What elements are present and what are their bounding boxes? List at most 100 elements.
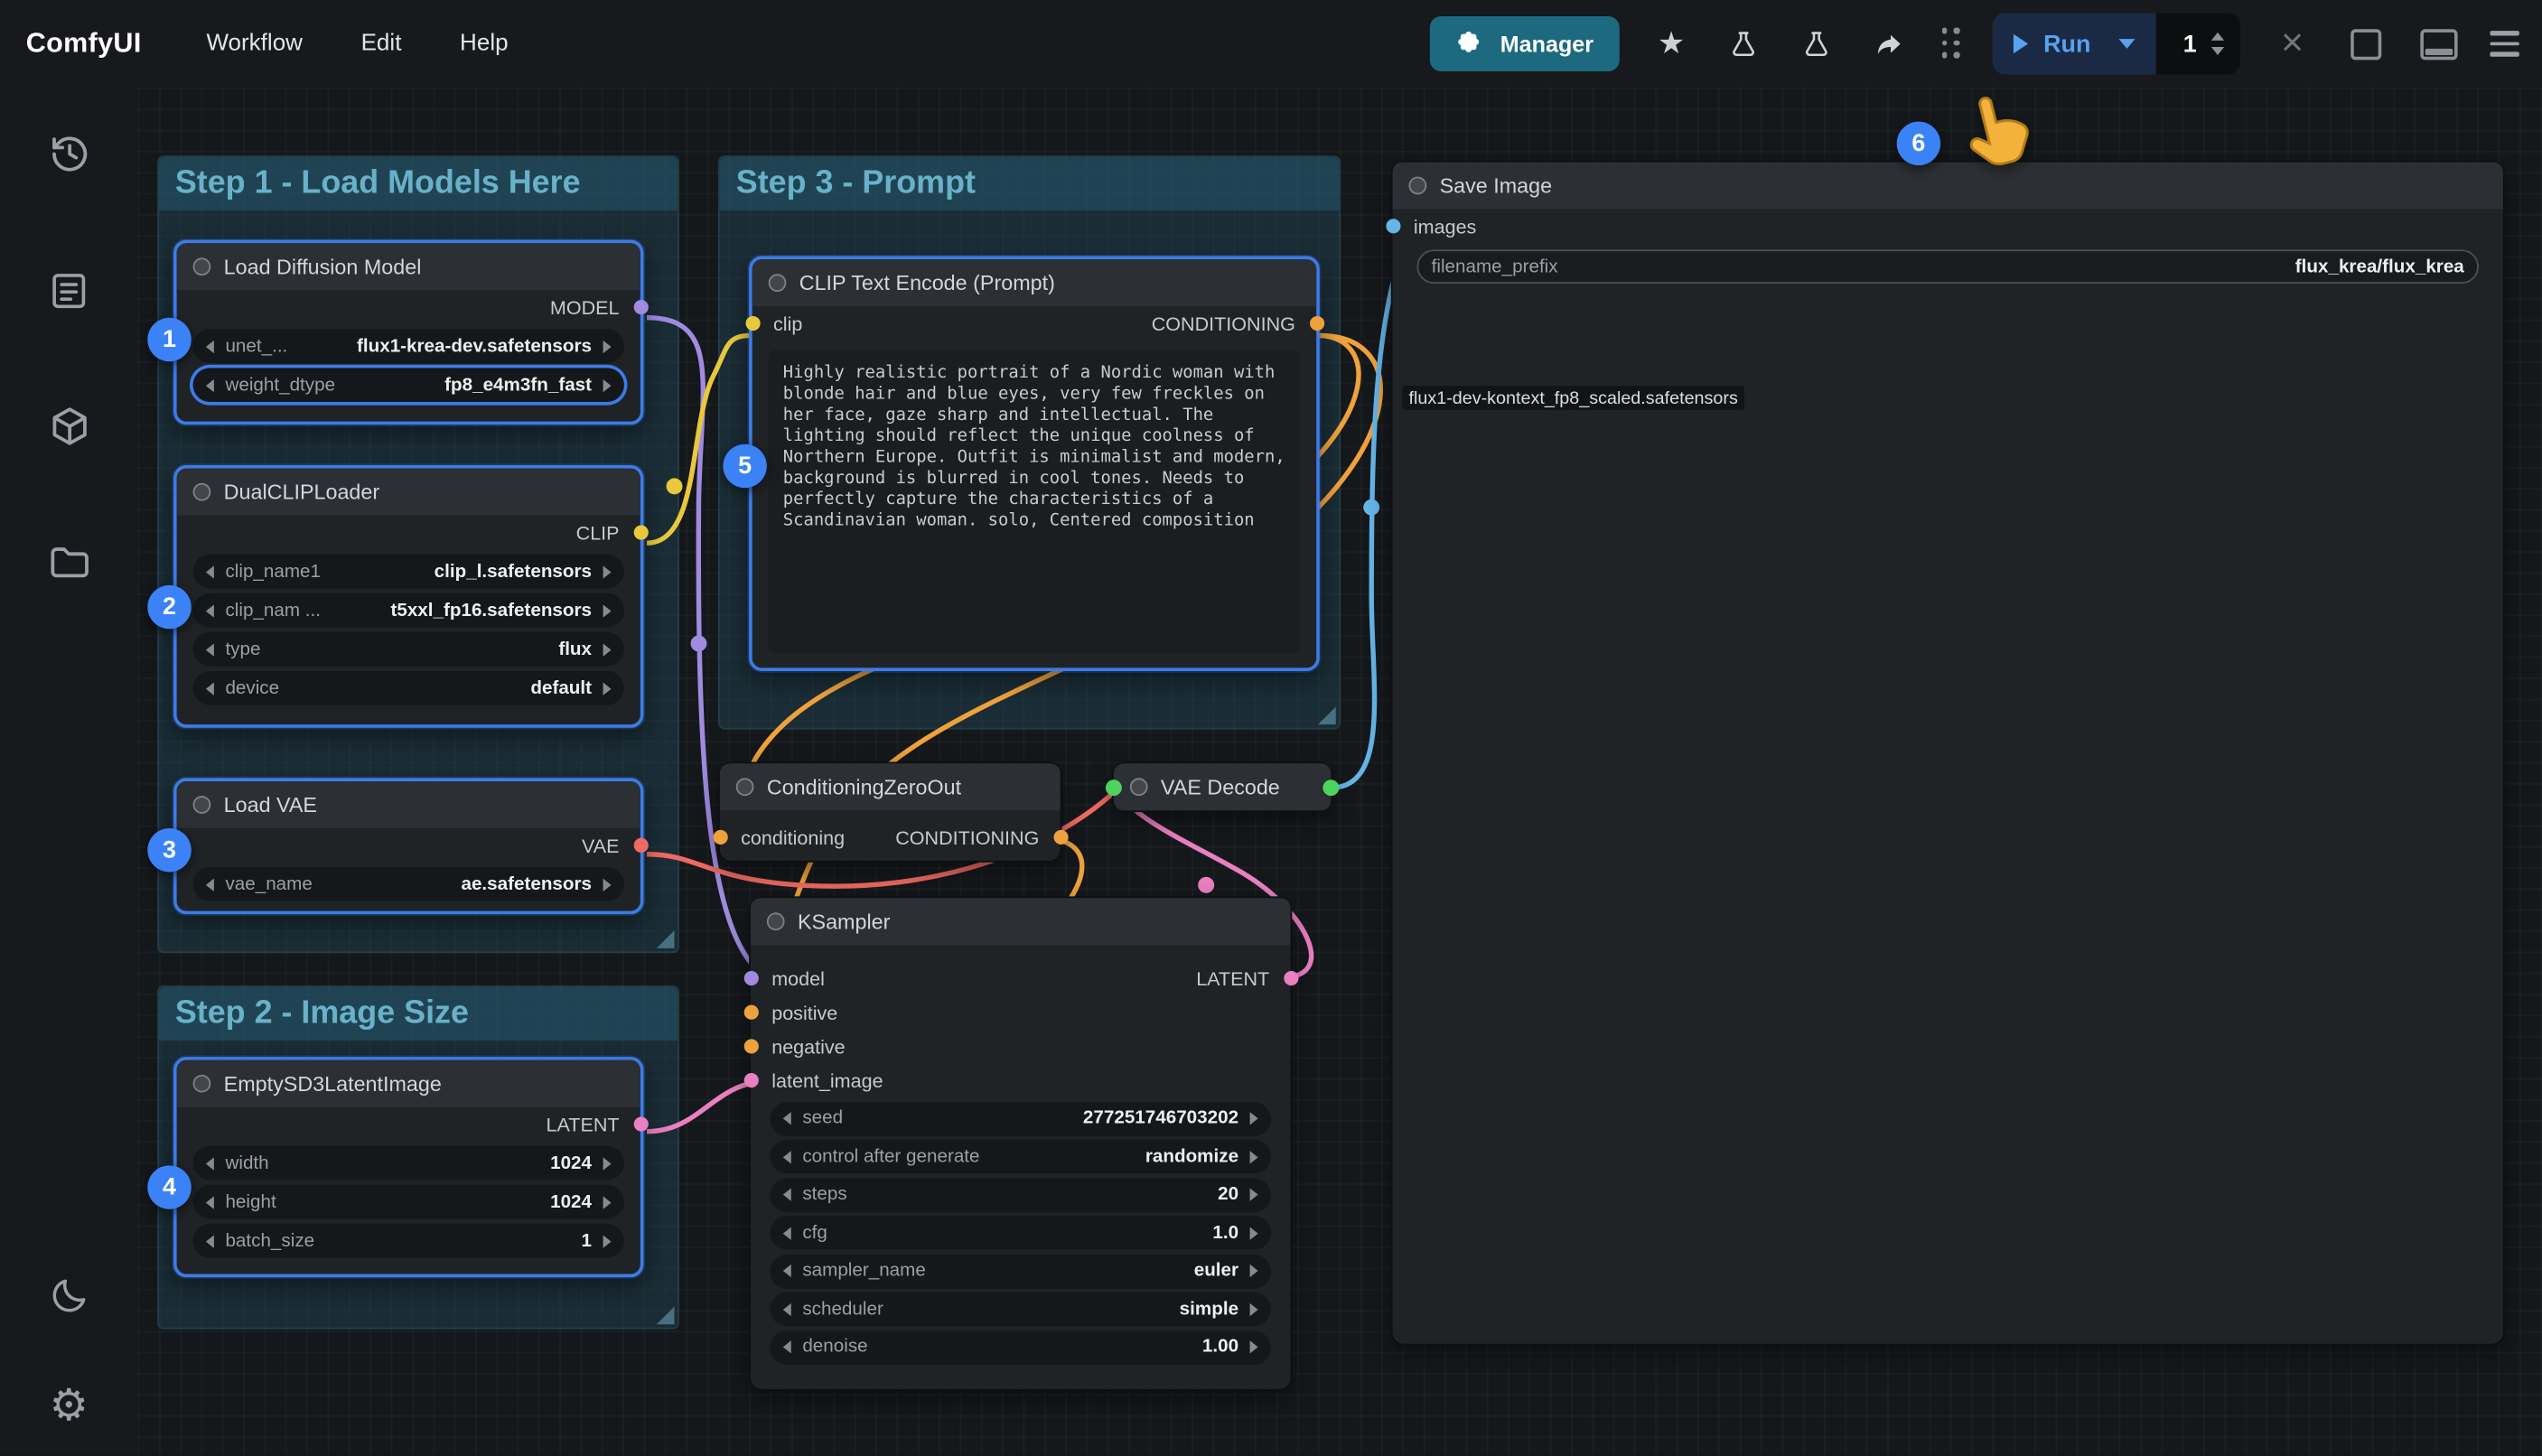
decrement-icon[interactable] bbox=[783, 1150, 791, 1162]
increment-icon[interactable] bbox=[1250, 1112, 1258, 1125]
widget-vae-name[interactable]: vae_name ae.safetensors bbox=[193, 867, 624, 901]
star-icon[interactable]: ★ bbox=[1650, 23, 1693, 65]
collapse-dot[interactable] bbox=[193, 796, 211, 814]
collapse-dot[interactable] bbox=[736, 778, 754, 796]
widget-denoise[interactable]: denoise 1.00 bbox=[770, 1330, 1271, 1364]
input-port-negative[interactable] bbox=[743, 1039, 758, 1053]
widget-steps[interactable]: steps 20 bbox=[770, 1178, 1271, 1212]
widget-clip-name1[interactable]: clip_name1 clip_l.safetensors bbox=[193, 555, 624, 589]
node-header[interactable]: Save Image bbox=[1393, 162, 2503, 209]
group-resize-handle[interactable] bbox=[657, 930, 675, 948]
theme-moon-icon[interactable] bbox=[44, 1271, 93, 1320]
output-port-model[interactable] bbox=[633, 300, 648, 314]
increment-icon[interactable] bbox=[1250, 1302, 1258, 1315]
decrement-icon[interactable] bbox=[206, 878, 214, 891]
node-header[interactable]: ConditioningZeroOut bbox=[720, 763, 1061, 810]
cancel-run-icon[interactable]: × bbox=[2271, 23, 2313, 65]
stepper-down-icon[interactable] bbox=[2211, 47, 2224, 55]
node-header[interactable]: Load VAE bbox=[177, 781, 640, 828]
collapse-dot[interactable] bbox=[193, 483, 211, 501]
increment-icon[interactable] bbox=[1250, 1340, 1258, 1353]
decrement-icon[interactable] bbox=[206, 682, 214, 695]
widget-clip-name2[interactable]: clip_nam ... t5xxl_fp16.safetensors bbox=[193, 593, 624, 628]
collapse-dot[interactable] bbox=[1409, 177, 1427, 195]
collapse-dot[interactable] bbox=[769, 274, 787, 292]
settings-gear-icon[interactable]: ⚙ bbox=[44, 1381, 93, 1430]
widget-weight-dtype[interactable]: weight_dtype fp8_e4m3fn_fast bbox=[193, 368, 624, 402]
input-port-images[interactable] bbox=[1385, 219, 1399, 233]
output-port-clip[interactable] bbox=[633, 525, 648, 539]
decrement-icon[interactable] bbox=[783, 1188, 791, 1200]
output-port-latent[interactable] bbox=[1283, 971, 1297, 985]
decrement-icon[interactable] bbox=[206, 378, 214, 391]
node-header[interactable]: DualCLIPLoader bbox=[177, 469, 640, 516]
decrement-icon[interactable] bbox=[783, 1302, 791, 1315]
drag-handle-icon[interactable] bbox=[1942, 28, 1962, 61]
queue-log-icon[interactable] bbox=[44, 266, 93, 314]
flask-icon-2[interactable] bbox=[1796, 23, 1838, 65]
increment-icon[interactable] bbox=[1250, 1188, 1258, 1200]
widget-type[interactable]: type flux bbox=[193, 632, 624, 667]
group-step1-title[interactable]: Step 1 - Load Models Here bbox=[159, 157, 678, 210]
decrement-icon[interactable] bbox=[206, 340, 214, 352]
increment-icon[interactable] bbox=[603, 878, 612, 891]
widget-width[interactable]: width 1024 bbox=[193, 1146, 624, 1181]
batch-count-stepper[interactable]: 1 bbox=[2155, 13, 2240, 74]
node-ksampler[interactable]: KSampler model LATENT positive negative … bbox=[749, 896, 1292, 1390]
stepper-up-icon[interactable] bbox=[2211, 33, 2224, 41]
menu-workflow[interactable]: Workflow bbox=[206, 31, 303, 57]
group-resize-handle[interactable] bbox=[657, 1306, 675, 1324]
prompt-textarea[interactable]: Highly realistic portrait of a Nordic wo… bbox=[769, 350, 1301, 654]
widget-cfg[interactable]: cfg 1.0 bbox=[770, 1216, 1271, 1250]
increment-icon[interactable] bbox=[1250, 1265, 1258, 1277]
run-button[interactable]: Run bbox=[1993, 13, 2155, 74]
widget-filename-prefix[interactable]: filename_prefix flux_krea/flux_krea bbox=[1416, 249, 2478, 284]
decrement-icon[interactable] bbox=[206, 1235, 214, 1247]
share-icon[interactable] bbox=[1869, 23, 1911, 65]
node-vae-decode[interactable]: VAE Decode bbox=[1112, 761, 1332, 812]
node-dualcliploader[interactable]: DualCLIPLoader CLIP clip_name1 clip_l.sa… bbox=[173, 465, 643, 728]
input-port-model[interactable] bbox=[743, 971, 758, 985]
input-port-latent-image[interactable] bbox=[743, 1073, 758, 1087]
collapse-dot[interactable] bbox=[193, 257, 211, 275]
increment-icon[interactable] bbox=[603, 643, 612, 656]
bottom-panel-icon[interactable] bbox=[2417, 23, 2460, 65]
widget-height[interactable]: height 1024 bbox=[193, 1185, 624, 1219]
decrement-icon[interactable] bbox=[783, 1227, 791, 1239]
node-header[interactable]: EmptySD3LatentImage bbox=[177, 1060, 640, 1107]
increment-icon[interactable] bbox=[1250, 1227, 1258, 1239]
widget-control-after-generate[interactable]: control after generate randomize bbox=[770, 1140, 1271, 1174]
decrement-icon[interactable] bbox=[783, 1265, 791, 1277]
collapse-dot[interactable] bbox=[767, 912, 785, 930]
collapsed-input-port[interactable] bbox=[1106, 779, 1122, 796]
increment-icon[interactable] bbox=[603, 682, 612, 695]
output-port-conditioning[interactable] bbox=[1309, 316, 1323, 331]
group-step3-title[interactable]: Step 3 - Prompt bbox=[720, 157, 1340, 210]
input-port-positive[interactable] bbox=[743, 1005, 758, 1020]
widget-seed[interactable]: seed 277251746703202 bbox=[770, 1101, 1271, 1135]
flask-icon-1[interactable] bbox=[1724, 23, 1766, 65]
node-clip-text-encode[interactable]: CLIP Text Encode (Prompt) clip CONDITION… bbox=[749, 257, 1320, 671]
node-conditioning-zero-out[interactable]: ConditioningZeroOut conditioning CONDITI… bbox=[718, 761, 1061, 862]
node-load-diffusion-model[interactable]: Load Diffusion Model MODEL unet_... flux… bbox=[173, 240, 643, 425]
decrement-icon[interactable] bbox=[206, 565, 214, 577]
workflows-folder-icon[interactable] bbox=[44, 538, 93, 587]
increment-icon[interactable] bbox=[603, 603, 612, 616]
collapse-dot[interactable] bbox=[1130, 778, 1148, 796]
increment-icon[interactable] bbox=[603, 1156, 612, 1169]
decrement-icon[interactable] bbox=[783, 1340, 791, 1353]
group-step2-title[interactable]: Step 2 - Image Size bbox=[159, 987, 678, 1041]
node-load-vae[interactable]: Load VAE VAE vae_name ae.safetensors bbox=[173, 778, 643, 914]
menu-help[interactable]: Help bbox=[460, 31, 509, 57]
decrement-icon[interactable] bbox=[206, 603, 214, 616]
increment-icon[interactable] bbox=[603, 1196, 612, 1209]
menu-edit[interactable]: Edit bbox=[361, 31, 402, 57]
manager-button[interactable]: Manager bbox=[1431, 16, 1620, 71]
decrement-icon[interactable] bbox=[783, 1112, 791, 1125]
widget-sampler-name[interactable]: sampler_name euler bbox=[770, 1254, 1271, 1288]
model-library-icon[interactable] bbox=[44, 402, 93, 451]
collapse-dot[interactable] bbox=[193, 1075, 211, 1093]
widget-device[interactable]: device default bbox=[193, 671, 624, 705]
node-save-image[interactable]: Save Image images filename_prefix flux_k… bbox=[1391, 161, 2505, 1346]
increment-icon[interactable] bbox=[1250, 1150, 1258, 1162]
